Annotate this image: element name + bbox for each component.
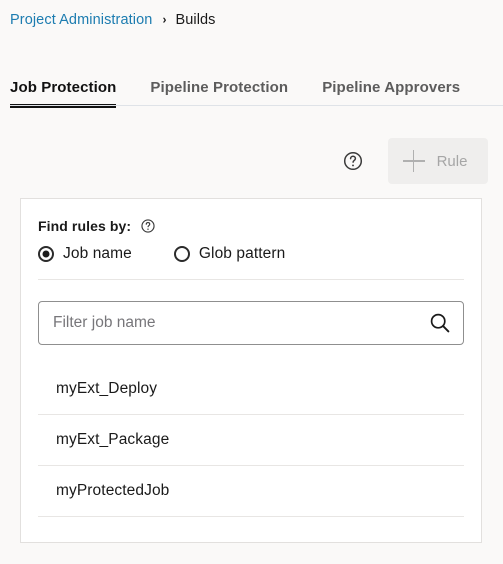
add-rule-button[interactable]: Rule	[388, 138, 488, 184]
tab-pipeline-protection[interactable]: Pipeline Protection	[150, 64, 288, 96]
radio-glob-pattern-mark	[173, 246, 190, 262]
plus-icon	[402, 150, 425, 172]
job-list-item-label: myProtectedJob	[56, 482, 170, 499]
tab-pipeline-protection-label: Pipeline Protection	[150, 79, 289, 96]
breadcrumb-link-project-administration[interactable]: Project Administration	[10, 12, 152, 28]
radio-job-name-mark	[38, 246, 54, 262]
find-rules-label: Find rules by:	[38, 217, 132, 234]
radio-glob-pattern-label: Glob pattern	[198, 245, 286, 262]
radio-job-name[interactable]: Job name	[38, 245, 132, 263]
job-list-item[interactable]: myExt_Package	[38, 415, 464, 466]
tab-job-protection[interactable]: Job Protection	[10, 64, 117, 108]
breadcrumb: Project Administration › Builds	[0, 0, 503, 31]
job-list-item-label: myExt_Deploy	[56, 380, 158, 397]
help-circle-icon[interactable]	[341, 149, 365, 173]
radio-job-name-label: Job name	[63, 245, 132, 262]
add-rule-button-label: Rule	[436, 152, 468, 170]
find-rules-radio-group: Job name Glob pattern	[38, 245, 464, 280]
tab-pipeline-approvers-label: Pipeline Approvers	[322, 79, 461, 96]
filter-job-name-input[interactable]	[38, 301, 464, 345]
breadcrumb-current-builds: Builds	[175, 12, 216, 28]
tab-bar-divider	[10, 105, 503, 106]
help-circle-icon[interactable]	[139, 217, 156, 234]
chevron-right-icon: ›	[162, 12, 167, 27]
find-rules-card: Find rules by: Job name Glob pattern Fil…	[20, 198, 482, 543]
tab-job-protection-label: Job Protection	[10, 79, 117, 96]
search-icon[interactable]	[427, 310, 453, 336]
filter-search	[38, 301, 464, 345]
toolbar: Rule	[0, 136, 503, 186]
job-list-item-label: myExt_Package	[56, 431, 170, 448]
find-rules-header: Find rules by:	[38, 217, 464, 234]
radio-glob-pattern[interactable]: Glob pattern	[173, 245, 286, 263]
tab-bar: Job Protection Pipeline Protection Pipel…	[0, 64, 503, 108]
job-list-item[interactable]: myExt_Deploy	[38, 364, 464, 415]
tab-pipeline-approvers[interactable]: Pipeline Approvers	[322, 64, 460, 96]
job-list: myExt_Deploy myExt_Package myProtectedJo…	[38, 364, 464, 517]
job-list-item[interactable]: myProtectedJob	[38, 466, 464, 517]
